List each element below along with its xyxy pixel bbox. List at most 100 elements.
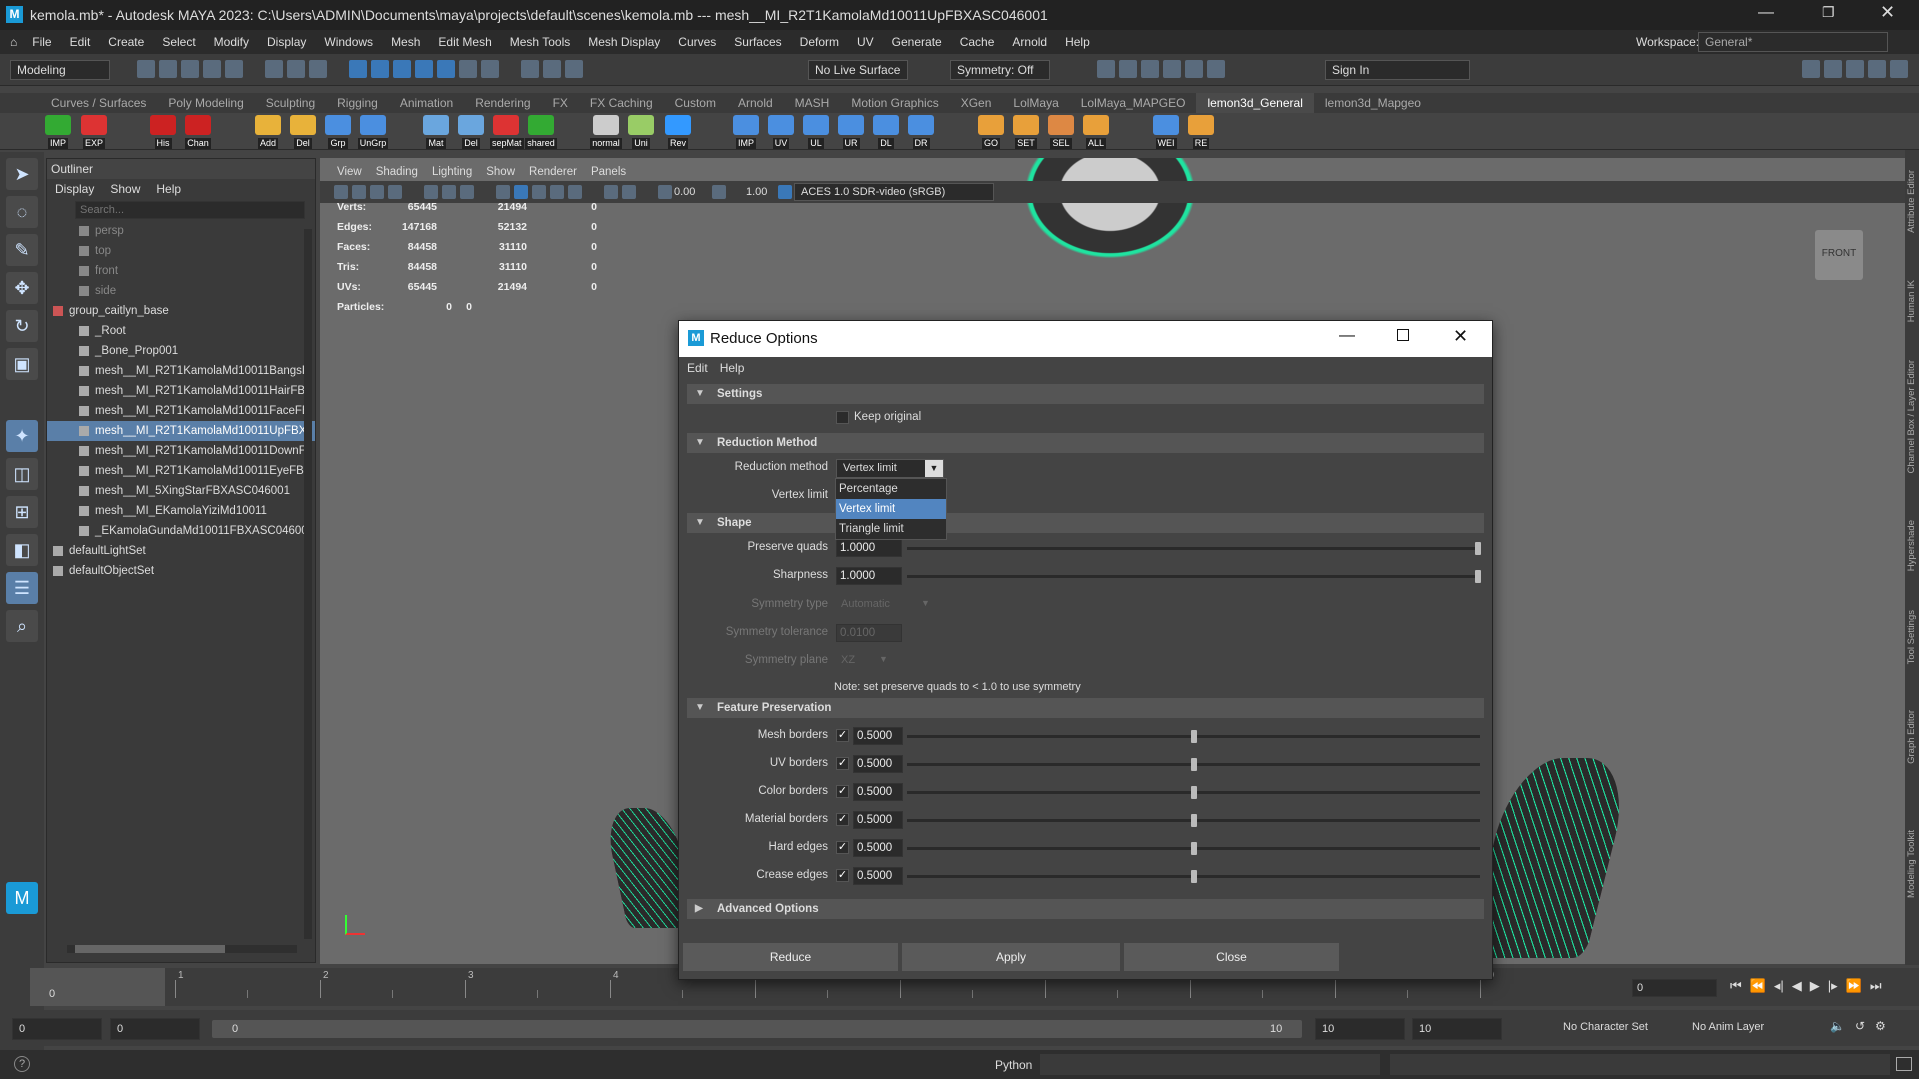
render-view-icon[interactable] (1141, 60, 1159, 78)
search-icon[interactable]: ⌕ (6, 610, 38, 642)
grid-icon[interactable] (424, 185, 438, 199)
outliner-menu-show[interactable]: Show (102, 179, 148, 199)
side-tab-hypershade[interactable]: Hypershade (1906, 520, 1917, 571)
feature-preservation-section-header[interactable]: ▼ Feature Preservation (687, 698, 1484, 718)
four-view-icon[interactable]: ⊞ (6, 496, 38, 528)
xray-icon[interactable] (622, 185, 636, 199)
shelf-button-mat[interactable]: Mat (420, 115, 452, 149)
anim-end-field[interactable] (1412, 1018, 1502, 1040)
command-input[interactable] (1040, 1054, 1380, 1075)
feature-crease-edges-checkbox[interactable]: ✓ (836, 869, 849, 882)
exposure-value[interactable]: 0.00 (674, 186, 710, 198)
shelf-button-uni[interactable]: Uni (625, 115, 657, 149)
render-icon[interactable] (521, 60, 539, 78)
outliner-row[interactable]: mesh__MI_R2T1KamolaMd10011FaceFB (47, 401, 315, 421)
range-slider[interactable]: 0 10 (212, 1020, 1302, 1038)
menu-arnold[interactable]: Arnold (1003, 30, 1056, 54)
feature-crease-edges-field[interactable]: 0.5000 (853, 867, 903, 885)
outliner-row[interactable]: mesh__MI_R2T1KamolaMd10011DownF (47, 441, 315, 461)
shelf-button-uv[interactable]: UV (765, 115, 797, 149)
shelf-button-ungrp[interactable]: UnGrp (357, 115, 389, 149)
mode-select[interactable]: Modeling (10, 60, 110, 80)
attribute-editor-icon[interactable] (1824, 60, 1842, 78)
feature-uv-borders-field[interactable]: 0.5000 (853, 755, 903, 773)
viewport-menu-panels[interactable]: Panels (584, 162, 633, 182)
shelf-button-sel[interactable]: SEL (1045, 115, 1077, 149)
maya-home-icon[interactable]: M (6, 882, 38, 914)
sign-in-button[interactable]: Sign In (1325, 60, 1470, 80)
outliner-row[interactable]: defaultObjectSet (47, 561, 315, 581)
snap-surface-icon[interactable] (437, 60, 455, 78)
anim-prefs-icon[interactable]: ⚙ (1875, 1019, 1886, 1033)
menu-help[interactable]: Help (1056, 30, 1099, 54)
textured-icon[interactable] (532, 185, 546, 199)
last-tool-icon[interactable]: ✦ (6, 420, 38, 452)
outliner-row[interactable]: defaultLightSet (47, 541, 315, 561)
snap-point-icon[interactable] (393, 60, 411, 78)
wireframe-icon[interactable] (496, 185, 510, 199)
keep-original-checkbox[interactable] (836, 411, 849, 424)
playback-end-field[interactable] (1315, 1018, 1405, 1040)
outliner-row[interactable]: mesh__MI_5XingStarFBXASC046001 (47, 481, 315, 501)
play-back-icon[interactable]: ◀ (1792, 978, 1802, 994)
layout-four-icon[interactable] (1119, 60, 1137, 78)
symmetry-plane-select[interactable]: XZ (841, 654, 855, 666)
shelf-tab-lolmaya-mapgeo[interactable]: LolMaya_MAPGEO (1070, 93, 1197, 113)
gamma-value[interactable]: 1.00 (746, 186, 776, 198)
shelf-tab-mash[interactable]: MASH (784, 93, 841, 113)
shelf-button-grp[interactable]: Grp (322, 115, 354, 149)
view-cube[interactable]: FRONT (1815, 230, 1863, 280)
advanced-options-section-header[interactable]: ▶ Advanced Options (687, 899, 1484, 919)
menu-deform[interactable]: Deform (791, 30, 848, 54)
menu-file[interactable]: File (23, 30, 60, 54)
undo-icon[interactable] (203, 60, 221, 78)
menu-edit-mesh[interactable]: Edit Mesh (429, 30, 500, 54)
shelf-button-imp[interactable]: IMP (730, 115, 762, 149)
new-scene-icon[interactable] (137, 60, 155, 78)
side-tab-modeling-toolkit[interactable]: Modeling Toolkit (1906, 830, 1917, 898)
viewport-menu-shading[interactable]: Shading (369, 162, 425, 182)
feature-uv-borders-checkbox[interactable]: ✓ (836, 757, 849, 770)
menu-curves[interactable]: Curves (669, 30, 725, 54)
current-frame-marker[interactable] (30, 968, 165, 1006)
shadows-icon[interactable] (568, 185, 582, 199)
outliner-row[interactable]: _EKamolaGundaMd10011FBXASC04600 (47, 521, 315, 541)
playback-start-field[interactable] (110, 1018, 200, 1040)
dialog-minimize-button[interactable]: — (1339, 327, 1355, 345)
dropdown-option-vertex-limit[interactable]: Vertex limit (836, 499, 946, 519)
sharpness-field[interactable]: 1.0000 (836, 567, 902, 585)
outliner-hscrollbar[interactable] (67, 945, 297, 953)
menu-mesh-tools[interactable]: Mesh Tools (501, 30, 579, 54)
menu-mesh-display[interactable]: Mesh Display (579, 30, 669, 54)
select-object-icon[interactable] (287, 60, 305, 78)
viewport-menu-view[interactable]: View (330, 162, 369, 182)
shelf-tab-fx[interactable]: FX (542, 93, 579, 113)
dialog-close-button[interactable]: ✕ (1453, 326, 1468, 347)
menu-create[interactable]: Create (99, 30, 153, 54)
shelf-tab-motion-graphics[interactable]: Motion Graphics (840, 93, 949, 113)
feature-mesh-borders-checkbox[interactable]: ✓ (836, 729, 849, 742)
shelf-tab-arnold[interactable]: Arnold (727, 93, 784, 113)
step-back-key-icon[interactable]: ◂| (1774, 978, 1784, 994)
feature-material-borders-checkbox[interactable]: ✓ (836, 813, 849, 826)
outliner-row[interactable]: persp (47, 221, 315, 241)
outliner-row[interactable]: top (47, 241, 315, 261)
shelf-button-his[interactable]: His (147, 115, 179, 149)
feature-color-borders-slider-handle[interactable] (1191, 786, 1197, 799)
outliner-view-icon[interactable]: ☰ (6, 572, 38, 604)
camera-select-icon[interactable] (334, 185, 348, 199)
scale-tool-icon[interactable]: ▣ (6, 348, 38, 380)
channel-box-icon[interactable] (1868, 60, 1886, 78)
move-tool-icon[interactable]: ✥ (6, 272, 38, 304)
anim-start-field[interactable] (12, 1018, 102, 1040)
shelf-tab-lemon3d-general[interactable]: lemon3d_General (1196, 93, 1314, 113)
feature-color-borders-checkbox[interactable]: ✓ (836, 785, 849, 798)
smooth-shade-icon[interactable] (514, 185, 528, 199)
audio-icon[interactable]: 🔈 (1830, 1019, 1845, 1033)
snap-view-icon[interactable] (415, 60, 433, 78)
viewport-menu-renderer[interactable]: Renderer (522, 162, 584, 182)
outliner-row[interactable]: _Bone_Prop001 (47, 341, 315, 361)
character-set-select[interactable]: No Character Set (1563, 1021, 1648, 1033)
shelf-tab-xgen[interactable]: XGen (950, 93, 1003, 113)
home-icon[interactable]: ⌂ (0, 35, 23, 49)
